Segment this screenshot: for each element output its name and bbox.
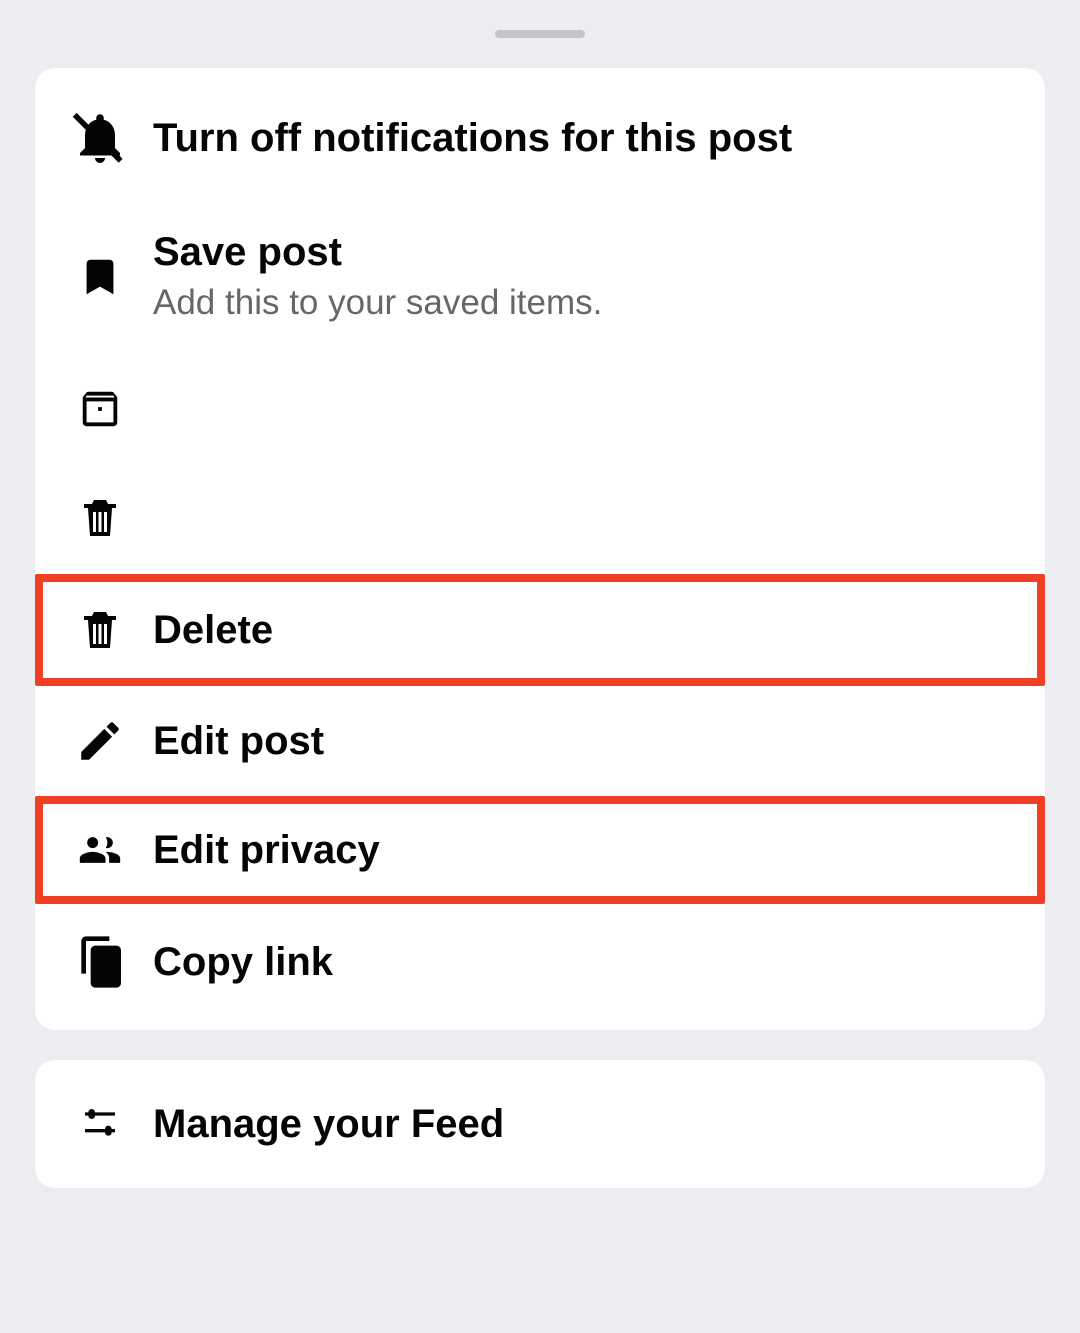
menu-item-text: Copy link <box>153 938 333 986</box>
menu-item-text: Edit privacy <box>153 826 380 874</box>
menu-item-text: Turn off notifications for this post <box>153 114 792 162</box>
menu-item-title: Turn off notifications for this post <box>153 114 792 162</box>
menu-item-title: Delete <box>153 606 273 654</box>
trash-icon <box>69 492 131 544</box>
trash-icon <box>69 604 131 656</box>
bookmark-icon <box>69 249 131 305</box>
menu-item-edit-privacy[interactable]: Edit privacy <box>35 796 1045 904</box>
menu-item-title: Edit privacy <box>153 826 380 874</box>
menu-card-secondary: Manage your Feed <box>35 1060 1045 1188</box>
menu-item-save-post[interactable]: Save post Add this to your saved items. <box>35 198 1045 356</box>
menu-item-title: Manage your Feed <box>153 1100 504 1148</box>
menu-item-text: Delete <box>153 606 273 654</box>
menu-item-turn-off-notifications[interactable]: Turn off notifications for this post <box>35 78 1045 198</box>
menu-item-copy-link[interactable]: Copy link <box>35 904 1045 1020</box>
drag-handle[interactable] <box>495 30 585 38</box>
pencil-icon <box>69 716 131 766</box>
menu-item-manage-feed[interactable]: Manage your Feed <box>35 1070 1045 1178</box>
menu-item-edit-post[interactable]: Edit post <box>35 686 1045 796</box>
people-icon <box>69 828 131 872</box>
menu-item-trash[interactable] <box>35 462 1045 574</box>
menu-item-title: Edit post <box>153 717 324 765</box>
bell-slash-icon <box>69 108 131 168</box>
menu-item-title: Copy link <box>153 938 333 986</box>
menu-item-text: Edit post <box>153 717 324 765</box>
action-sheet: Turn off notifications for this post Sav… <box>10 0 1070 1333</box>
menu-item-subtitle: Add this to your saved items. <box>153 280 602 326</box>
archive-icon <box>69 386 131 432</box>
menu-card-primary: Turn off notifications for this post Sav… <box>35 68 1045 1030</box>
menu-item-title: Save post <box>153 228 602 276</box>
sliders-icon <box>69 1104 131 1144</box>
menu-item-text: Save post Add this to your saved items. <box>153 228 602 326</box>
menu-item-delete[interactable]: Delete <box>35 574 1045 686</box>
copy-icon <box>69 934 131 990</box>
menu-item-text: Manage your Feed <box>153 1100 504 1148</box>
menu-item-archive[interactable] <box>35 356 1045 462</box>
